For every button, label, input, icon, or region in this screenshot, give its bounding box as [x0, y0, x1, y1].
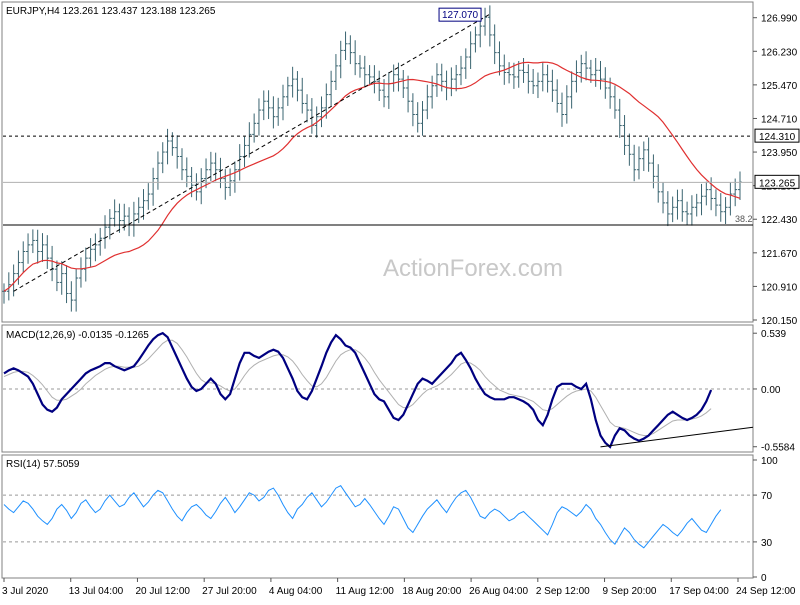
x-tick-label: 20 Jul 12:00	[135, 586, 190, 597]
x-tick-label: 4 Aug 04:00	[269, 586, 323, 597]
x-tick-label: 2 Sep 12:00	[536, 586, 590, 597]
watermark: ActionForex.com	[383, 255, 563, 282]
x-tick-label: 26 Aug 04:00	[469, 586, 528, 597]
rsi-y-tick-label: 0	[761, 573, 767, 584]
x-tick-label: 13 Jul 04:00	[69, 586, 124, 597]
x-tick-label: 9 Sep 20:00	[603, 586, 657, 597]
price-y-tick-label: 123.950	[761, 148, 798, 159]
rsi-panel-title: RSI(14) 57.5059	[6, 459, 80, 470]
x-tick-label: 18 Aug 20:00	[402, 586, 461, 597]
macd-y-tick-label: 0.539	[761, 329, 786, 340]
x-tick-label: 11 Aug 12:00	[336, 586, 395, 597]
price-y-tick-label: 124.710	[761, 114, 798, 125]
price-y-tick-label: 120.910	[761, 282, 798, 293]
level-price-label: 124.310	[759, 132, 796, 143]
price-y-tick-label: 122.430	[761, 215, 798, 226]
rsi-y-tick-label: 70	[761, 491, 773, 502]
current-price-label: 123.265	[759, 178, 796, 189]
price-y-tick-label: 120.150	[761, 316, 798, 327]
price-panel	[1, 1, 754, 323]
price-y-tick-label: 125.470	[761, 81, 798, 92]
price-y-tick-label: 126.990	[761, 14, 798, 25]
macd-panel-title: MACD(12,26,9) -0.0135 -0.1265	[6, 330, 149, 341]
chart-window: ActionForex.com EURJPY,H4 123.261 123.43…	[0, 0, 800, 600]
x-tick-label: 17 Sep 04:00	[669, 586, 729, 597]
fib-label: 38.2	[735, 214, 753, 224]
high-label: 127.070	[442, 10, 479, 21]
macd-y-tick-label: -0.5584	[761, 443, 795, 454]
rsi-y-tick-label: 100	[761, 456, 778, 467]
price-y-tick-label: 126.230	[761, 47, 798, 58]
x-tick-label: 24 Sep 12:00	[736, 586, 796, 597]
rsi-y-tick-label: 30	[761, 538, 773, 549]
x-tick-label: 27 Jul 20:00	[202, 586, 257, 597]
x-tick-label: 3 Jul 2020	[2, 586, 49, 597]
macd-y-tick-label: 0.00	[761, 385, 781, 396]
price-panel-title: EURJPY,H4 123.261 123.437 123.188 123.26…	[6, 6, 216, 17]
chart-canvas: ActionForex.com EURJPY,H4 123.261 123.43…	[1, 1, 800, 597]
price-y-tick-label: 121.670	[761, 249, 798, 260]
